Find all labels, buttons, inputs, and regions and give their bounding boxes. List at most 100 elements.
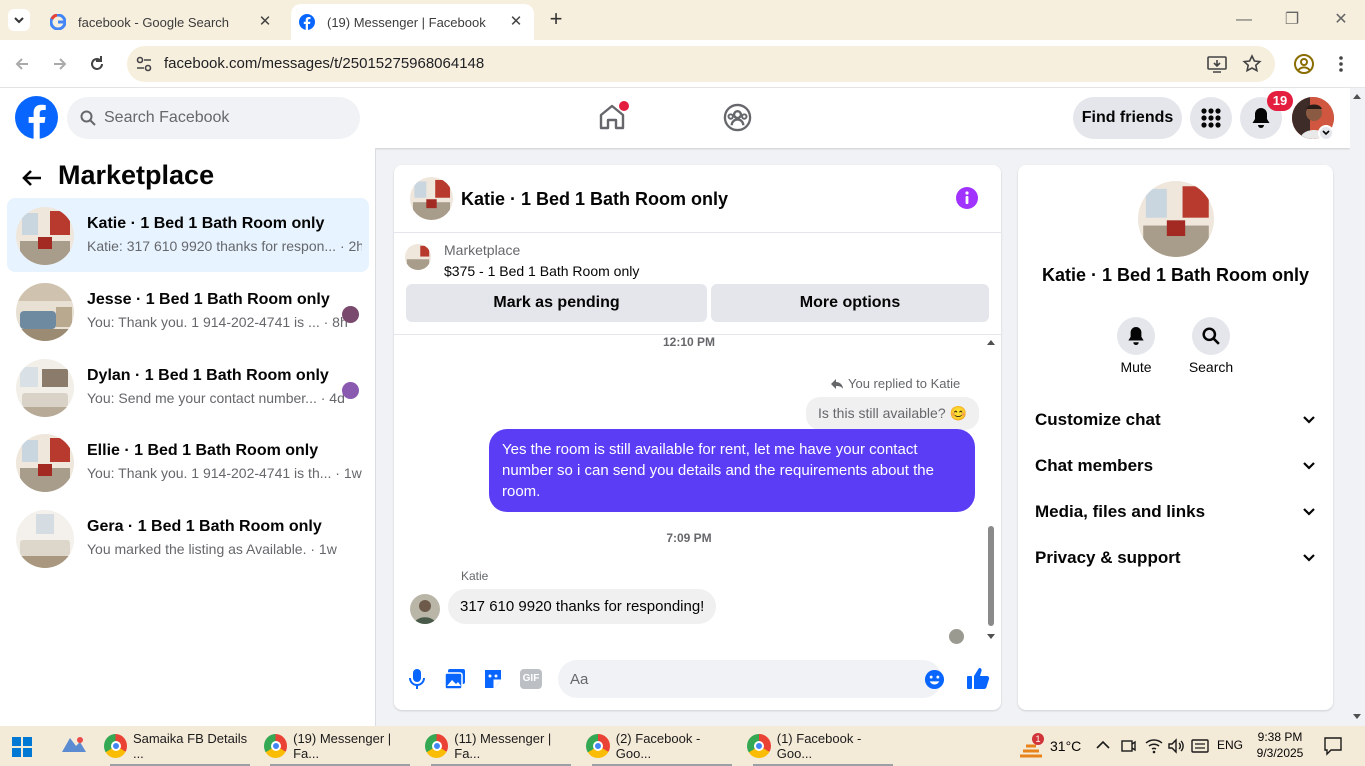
new-tab-icon[interactable]: +: [545, 8, 567, 30]
profile-photo[interactable]: [1138, 181, 1214, 257]
chevron-down-icon: [1303, 462, 1315, 470]
clock-date: 9/3/2025: [1256, 746, 1304, 760]
chat-title[interactable]: Katie · 1 Bed 1 Bath Room only: [461, 189, 728, 210]
mark-as-pending-button[interactable]: Mark as pending: [406, 284, 707, 322]
taskbar-item[interactable]: (11) Messenger | Fa...: [425, 726, 577, 766]
back-arrow-icon[interactable]: [20, 166, 44, 190]
taskbar-item[interactable]: (1) Facebook - Goo...: [747, 726, 899, 766]
page-scrollbar[interactable]: [1350, 88, 1365, 726]
groups-icon[interactable]: [722, 102, 753, 133]
sticker-icon[interactable]: [482, 668, 504, 690]
scroll-down-icon[interactable]: [986, 633, 996, 641]
facebook-logo-icon[interactable]: [15, 96, 58, 139]
facebook-header: Search Facebook Find friends 19: [0, 88, 1350, 148]
address-bar[interactable]: facebook.com/messages/t/2501527596806414…: [127, 46, 1275, 82]
google-icon: [50, 14, 66, 30]
windows-start-icon[interactable]: [12, 737, 32, 757]
language-indicator[interactable]: ENG: [1217, 738, 1243, 752]
browser-menu-icon[interactable]: [1334, 53, 1348, 75]
customize-chat-section[interactable]: Customize chat: [1035, 410, 1317, 430]
message-input[interactable]: Aa: [558, 660, 945, 698]
reply-indicator: You replied to Katie: [830, 376, 960, 391]
scroll-down-icon[interactable]: [1352, 713, 1362, 721]
emoji-icon[interactable]: [924, 669, 945, 690]
scroll-up-icon[interactable]: [1352, 92, 1362, 100]
input-method-icon[interactable]: [1191, 738, 1209, 754]
browser-tab-google[interactable]: facebook - Google Search ✕: [40, 4, 283, 40]
conversation-item[interactable]: Ellie · 1 Bed 1 Bath Room only You: Than…: [7, 425, 369, 499]
conversation-name: Dylan · 1 Bed 1 Bath Room only: [87, 367, 329, 384]
conversation-time: · 2h: [339, 238, 362, 254]
privacy-support-section[interactable]: Privacy & support: [1035, 548, 1317, 568]
grid-menu-icon: [1201, 108, 1221, 128]
listing-thumbnail: [16, 283, 74, 341]
info-icon[interactable]: [956, 187, 978, 209]
chevron-down-icon: [14, 17, 24, 24]
conversation-list-panel: Marketplace Katie · 1 Bed 1 Bath Room on…: [0, 148, 376, 726]
close-tab-icon[interactable]: ✕: [257, 14, 273, 30]
listing-title[interactable]: $375 - 1 Bed 1 Bath Room only: [444, 263, 639, 279]
restore-icon[interactable]: ❐: [1280, 8, 1304, 32]
back-icon[interactable]: [12, 54, 32, 74]
close-window-icon[interactable]: ✕: [1329, 8, 1353, 32]
chat-scrollbar[interactable]: [986, 340, 996, 639]
sender-avatar[interactable]: [410, 594, 440, 624]
close-tab-icon[interactable]: ✕: [508, 14, 524, 30]
app-icon[interactable]: [60, 734, 88, 758]
scroll-up-icon[interactable]: [986, 338, 996, 346]
tab-title: facebook - Google Search: [78, 14, 230, 30]
temperature[interactable]: 31°C: [1050, 738, 1081, 754]
volume-icon[interactable]: [1167, 738, 1185, 754]
url-text[interactable]: facebook.com/messages/t/2501527596806414…: [164, 55, 484, 72]
sender-name: Katie: [461, 569, 489, 583]
forward-icon[interactable]: [50, 54, 70, 74]
browser-tab-messenger[interactable]: (19) Messenger | Facebook ✕: [291, 4, 534, 40]
taskbar-item[interactable]: Samaika FB Details ...: [104, 726, 256, 766]
facebook-search-input[interactable]: Search Facebook: [67, 97, 360, 139]
taskbar-item[interactable]: (2) Facebook - Goo...: [586, 726, 738, 766]
gif-icon[interactable]: GIF: [520, 669, 542, 689]
message-placeholder: Aa: [570, 671, 589, 688]
mute-button[interactable]: [1117, 317, 1155, 355]
wifi-icon[interactable]: [1145, 738, 1163, 754]
profile-icon[interactable]: [1293, 53, 1315, 75]
notification-center-icon[interactable]: [1323, 736, 1343, 756]
meet-icon[interactable]: [1120, 738, 1136, 754]
photo-icon[interactable]: [444, 668, 466, 690]
outgoing-message[interactable]: Yes the room is still available for rent…: [489, 429, 975, 512]
quoted-message[interactable]: Is this still available? 😊: [806, 397, 979, 430]
site-info-icon[interactable]: [135, 55, 153, 73]
conversation-item[interactable]: Katie · 1 Bed 1 Bath Room only Katie: 31…: [7, 198, 369, 272]
scrollbar-thumb[interactable]: [988, 526, 994, 626]
chevron-up-icon[interactable]: [1096, 740, 1110, 750]
reply-icon: [831, 378, 843, 389]
conversation-item[interactable]: Gera · 1 Bed 1 Bath Room only You marked…: [7, 501, 369, 575]
like-icon[interactable]: [966, 666, 990, 690]
menu-button[interactable]: [1190, 97, 1232, 139]
bookmark-star-icon[interactable]: [1242, 54, 1262, 74]
microphone-icon[interactable]: [408, 668, 426, 690]
search-in-chat-button[interactable]: [1192, 317, 1230, 355]
media-files-links-section[interactable]: Media, files and links: [1035, 502, 1317, 522]
taskbar-item[interactable]: (19) Messenger | Fa...: [264, 726, 416, 766]
conversation-item[interactable]: Jesse · 1 Bed 1 Bath Room only You: Than…: [7, 274, 369, 348]
reload-icon[interactable]: [87, 54, 107, 74]
find-friends-button[interactable]: Find friends: [1073, 97, 1182, 139]
marketplace-listing-bar: Marketplace $375 - 1 Bed 1 Bath Room onl…: [394, 233, 1001, 335]
message-timestamp: 12:10 PM: [662, 335, 716, 349]
account-chevron[interactable]: [1318, 125, 1334, 141]
tab-search-button[interactable]: [8, 9, 30, 31]
chat-members-section[interactable]: Chat members: [1035, 456, 1317, 476]
chat-avatar[interactable]: [410, 177, 453, 220]
browser-toolbar: facebook.com/messages/t/2501527596806414…: [0, 40, 1365, 88]
install-app-icon[interactable]: [1207, 55, 1227, 73]
more-options-button[interactable]: More options: [711, 284, 989, 322]
search-icon: [1202, 327, 1220, 345]
panel-title: Marketplace: [58, 160, 215, 190]
incoming-message[interactable]: 317 610 9920 thanks for responding!: [448, 589, 717, 624]
conversation-item[interactable]: Dylan · 1 Bed 1 Bath Room only You: Send…: [7, 350, 369, 424]
mute-label: Mute: [1120, 359, 1152, 375]
minimize-icon[interactable]: —: [1232, 8, 1256, 32]
read-receipt-avatar: [342, 382, 359, 399]
clock[interactable]: 9:38 PM 9/3/2025: [1250, 729, 1310, 761]
